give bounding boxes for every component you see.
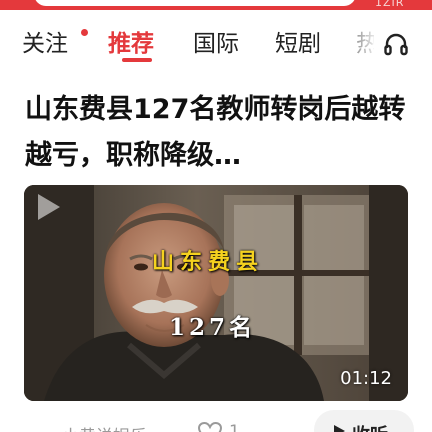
corner-badge: 1ZIR [375,0,405,9]
headphone-icon[interactable] [381,29,411,59]
article-headline[interactable]: 山东费县127名教师转岗后越转越亏，职称降级… [25,87,415,179]
video-duration: 01:12 [340,368,392,389]
top-search-bar: 1ZIR [0,0,432,10]
active-tab-indicator [122,58,152,62]
video-caption-line1: 山东费县 [152,250,265,275]
news-feed-screen: 1ZIR 关注 推荐 国际 短剧 热 山东费县127名教师转岗后越转越亏，职称降… [0,0,432,432]
listen-button[interactable]: 收听 [314,410,414,432]
listen-label: 收听 [352,421,388,432]
play-triangle-icon [334,425,345,432]
tab-recommend[interactable]: 推荐 [108,24,154,58]
video-player[interactable]: 山东费县 127名 01:12 [24,185,408,401]
source-name[interactable]: 小黄说娱乐 [62,422,147,432]
channel-tabs: 关注 推荐 国际 短剧 热 [0,18,432,68]
tab-world[interactable]: 国际 [193,24,239,58]
heart-icon[interactable] [197,422,223,432]
video-caption-line2: 127名 [169,314,257,341]
article-meta-row: 小黄说娱乐 1 收听 [0,410,432,432]
play-icon[interactable] [24,185,68,229]
search-input[interactable] [34,0,356,6]
like-count: 1 [229,422,240,432]
tab-short-drama[interactable]: 短剧 [275,24,321,58]
tabs-fade-overlay [340,18,380,68]
tab-follow[interactable]: 关注 [22,24,68,58]
notification-dot [81,29,88,36]
